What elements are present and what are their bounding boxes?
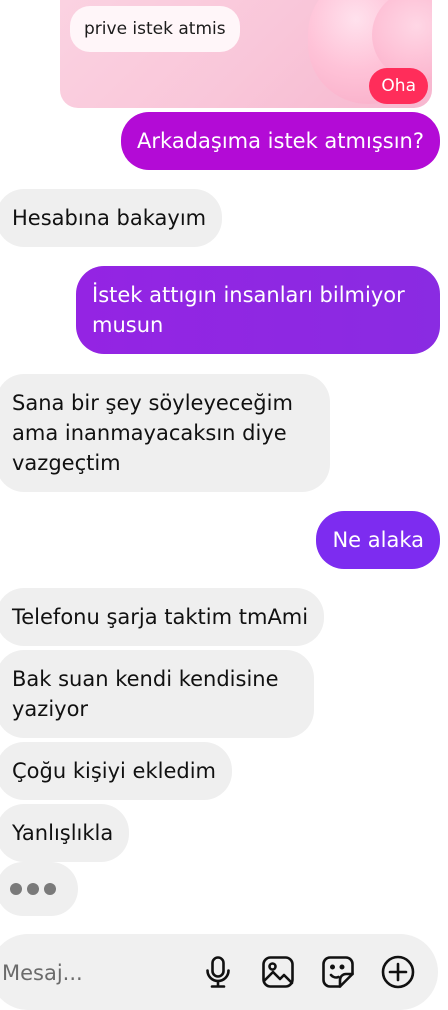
message-composer [0,934,438,1010]
microphone-icon[interactable] [200,954,236,990]
message-incoming[interactable]: Hesabına bakayım [0,189,223,247]
sticker-icon[interactable] [320,954,356,990]
message-incoming[interactable]: Yanlışlıkla [0,804,130,862]
plus-circle-icon[interactable] [380,954,416,990]
message-outgoing[interactable]: Arkadaşıma istek atmışsın? [121,112,440,170]
message-incoming[interactable]: Çoğu kişiyi ekledim [0,742,232,800]
message-incoming[interactable]: Bak suan kendi kendisine yaziyor [0,650,314,738]
shared-post-card[interactable]: prive istek atmis Oha [60,0,432,108]
message-incoming[interactable]: Sana bir şey söyleyeceğim ama inanmayaca… [0,374,330,492]
message-input[interactable] [0,952,174,994]
typing-dot [44,883,56,895]
message-outgoing[interactable]: İstek attıgın insanları bilmiyor musun [76,266,440,354]
shared-post-caption: prive istek atmis [70,6,240,52]
reply-reaction-bubble[interactable]: Oha [369,68,428,104]
message-outgoing[interactable]: Ne alaka [316,511,440,569]
typing-indicator [0,862,78,916]
typing-dot [27,883,39,895]
chat-thread: prive istek atmis Oha Arkadaşıma istek a… [0,0,448,1010]
message-incoming[interactable]: Telefonu şarja taktim tmAmi [0,588,325,646]
image-icon[interactable] [260,954,296,990]
typing-dot [10,883,22,895]
